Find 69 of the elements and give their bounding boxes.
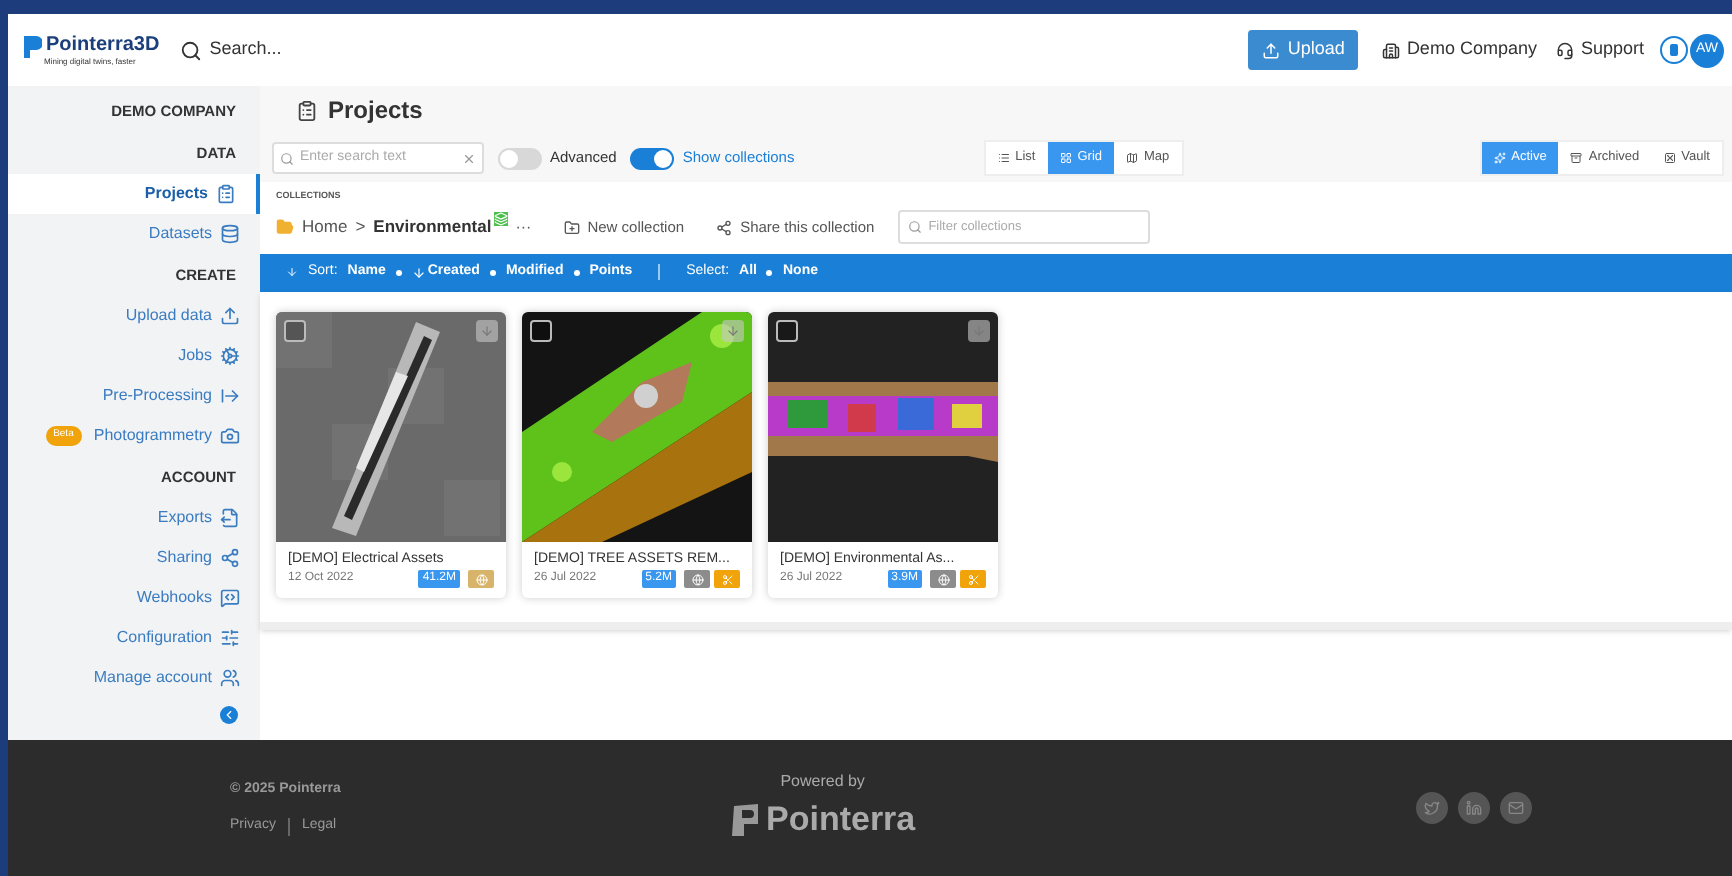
chevron-left-icon xyxy=(222,708,236,722)
mail-icon[interactable] xyxy=(1500,792,1532,824)
search-icon xyxy=(280,151,294,165)
sidebar-item[interactable]: Sharing xyxy=(8,538,260,578)
upload-icon xyxy=(220,306,240,326)
folder-icon xyxy=(276,218,294,237)
share-icon xyxy=(220,548,240,568)
linkedin-icon[interactable] xyxy=(1458,792,1490,824)
support-icon xyxy=(1556,41,1575,59)
sidebar-item[interactable]: Manage account xyxy=(8,658,260,698)
download-button[interactable] xyxy=(476,319,498,342)
gears-icon xyxy=(220,346,240,366)
upload-icon xyxy=(1261,41,1280,59)
search-icon xyxy=(179,39,202,61)
search-field[interactable]: Search... xyxy=(209,36,282,64)
select-checkbox[interactable] xyxy=(776,319,798,342)
more-menu[interactable]: ··· xyxy=(515,215,532,240)
sidebar-item[interactable]: Datasets xyxy=(8,214,260,254)
breadcrumb-home[interactable]: Home xyxy=(302,214,348,241)
sidebar-item[interactable]: Configuration xyxy=(8,618,260,658)
breadcrumb-separator: > xyxy=(355,214,366,241)
map-icon xyxy=(1126,152,1138,164)
message-icon xyxy=(220,588,240,608)
sidebar-item[interactable]: Upload data xyxy=(8,296,260,336)
list-icon xyxy=(997,152,1010,164)
clipboard-icon xyxy=(296,99,318,121)
database-icon xyxy=(220,224,240,244)
search-icon xyxy=(908,220,923,235)
support-link[interactable]: Support xyxy=(1580,36,1644,64)
download-icon xyxy=(480,323,494,338)
twitter-icon[interactable] xyxy=(1416,792,1448,824)
select-checkbox[interactable] xyxy=(284,319,306,342)
select-checkbox[interactable] xyxy=(530,319,552,342)
logo-icon xyxy=(730,802,762,838)
building-icon xyxy=(1382,41,1401,59)
footer-brand: Pointerra xyxy=(766,798,916,843)
layers-icon xyxy=(493,212,508,227)
sidebar-item[interactable]: Webhooks xyxy=(8,578,260,618)
sliders-icon xyxy=(220,628,240,648)
camera-icon xyxy=(220,426,240,446)
collapse-button[interactable] xyxy=(220,706,238,724)
grid-icon xyxy=(1059,152,1072,164)
logo: Pointerra3D xyxy=(46,36,160,56)
breadcrumb-current: Environmental xyxy=(373,214,492,241)
sidebar-item[interactable]: Projects xyxy=(8,174,260,214)
export-icon xyxy=(220,508,240,528)
folder-plus-icon xyxy=(563,219,580,236)
arrow-icon xyxy=(220,386,240,406)
powered-by: Powered by xyxy=(780,770,865,795)
share-icon xyxy=(716,219,733,236)
sidebar-item[interactable]: Pre-Processing xyxy=(8,376,260,416)
download-icon xyxy=(972,323,986,338)
clear-icon[interactable] xyxy=(462,151,476,165)
archive-icon xyxy=(1570,152,1583,164)
sidebar-item[interactable]: Jobs xyxy=(8,336,260,376)
sort-icon xyxy=(286,266,298,279)
upload-button[interactable]: Upload xyxy=(1247,30,1359,70)
page-title: Projects xyxy=(328,94,423,128)
download-icon xyxy=(726,323,740,338)
users-icon xyxy=(220,668,240,688)
sidebar-item[interactable]: Exports xyxy=(8,498,260,538)
sparkle-icon xyxy=(1493,152,1506,164)
logo-icon xyxy=(24,35,42,57)
download-button[interactable] xyxy=(968,319,990,342)
arrow-down-icon xyxy=(411,265,426,280)
clipboard-icon xyxy=(216,184,236,204)
toggle-switch[interactable] xyxy=(630,147,675,169)
toggle-switch[interactable] xyxy=(498,147,542,169)
company-link[interactable]: Demo Company xyxy=(1406,36,1537,64)
